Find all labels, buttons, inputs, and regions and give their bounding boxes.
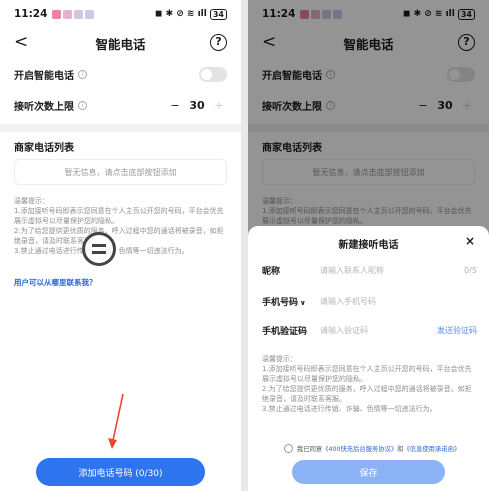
sheet-title: 新建接听电话 — [338, 240, 399, 251]
agreement-row: 我已同意 《400快充后台服务协议》 和 《信息使用承诺函》 — [284, 444, 479, 453]
close-icon[interactable]: × — [465, 234, 475, 248]
add-phone-button[interactable]: 添加电话号码 (0/30) — [36, 458, 205, 486]
save-button[interactable]: 保存 — [292, 460, 445, 484]
sheet-tips-block: 温馨提示： 1.添加接听号码即表示您同意在个人主页公开您的号码，平台会优先展示虚… — [262, 354, 477, 414]
tips-heading: 温馨提示： — [262, 355, 297, 363]
phone-label-group[interactable]: 手机号码 ∨ — [262, 295, 320, 308]
agree-radio[interactable] — [284, 444, 293, 453]
nickname-counter: 0/5 — [464, 265, 477, 275]
code-label: 手机验证码 — [262, 326, 308, 337]
chevron-down-icon: ∨ — [300, 298, 306, 307]
verification-code-field: 手机验证码 请输入验证码 发送验证码 — [262, 322, 477, 338]
phone-label: 手机号码 — [262, 297, 299, 308]
nickname-field: 昵称 请输入联系人昵称 0/5 — [262, 262, 477, 278]
service-agreement-link[interactable]: 《400快充后台服务协议》 — [322, 444, 397, 453]
phone-input[interactable]: 请输入手机号码 — [320, 296, 376, 307]
info-commitment-link[interactable]: 《信息使用承诺函》 — [403, 444, 460, 453]
tips-item: 1.添加接听号码即表示您同意在个人主页公开您的号码，平台会优先展示虚拟号以尽量保… — [262, 365, 472, 383]
nickname-label: 昵称 — [262, 266, 281, 277]
agree-prefix: 我已同意 — [297, 446, 323, 453]
tips-item: 2.为了给您提供更优质的服务，呼入过程中您的通话将被录音，如拒绝录音，请及时联系… — [262, 385, 472, 403]
code-input[interactable]: 请输入验证码 — [320, 325, 368, 336]
phone-field: 手机号码 ∨ 请输入手机号码 — [262, 293, 477, 309]
left-phone-screen: 11:24 ◼ ✱ ⊘ ≋ ıll 34 < 智能电话 ? 开启智能电话 i 接… — [0, 0, 241, 491]
send-code-button[interactable]: 发送验证码 — [437, 325, 477, 336]
nickname-input[interactable]: 请输入联系人昵称 — [320, 265, 384, 276]
annotation-arrow-icon — [108, 393, 124, 449]
tips-item: 3.禁止通过电话进行传销、诈骗、色情等一切违法行为。 — [262, 405, 437, 413]
right-phone-screen: 11:24 ◼ ✱ ⊘ ≋ ıll 34 < 智能电话 ? 开启智能电话 i 接… — [248, 0, 489, 491]
